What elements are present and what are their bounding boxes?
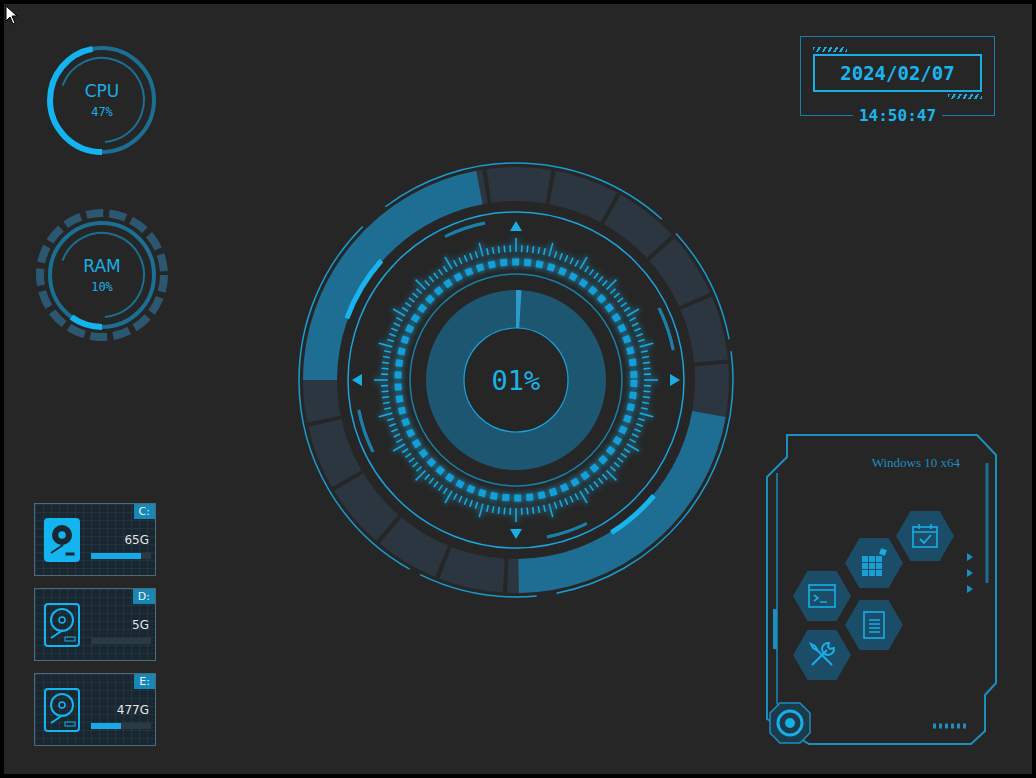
core-column: 01% (204, 4, 760, 774)
terminal-window-icon (807, 583, 837, 609)
mouse-cursor-icon (5, 5, 19, 25)
settings-ring-icon[interactable] (768, 701, 812, 745)
disk-info: 477G (91, 691, 151, 729)
gauge-reading: 47% (91, 105, 113, 119)
disk-usage-bar (91, 553, 151, 559)
clock-widget: 2024/02/07 14:50:47 (800, 36, 995, 125)
monitor-column: CPU 47% RAM 10% 65G C: 5G D: 477G E: (4, 4, 204, 774)
clock-frame: 2024/02/07 (800, 36, 995, 116)
drive-letter-badge: E: (134, 674, 155, 689)
core-hud: 01% (296, 160, 736, 600)
disk-card[interactable]: 65G C: (34, 503, 156, 576)
hard-drive-icon (43, 517, 81, 563)
os-label: Windows 10 x64 (872, 455, 960, 471)
disk-info: 65G (91, 521, 151, 559)
disk-card[interactable]: 5G D: (34, 588, 156, 661)
disk-size: 477G (91, 703, 151, 717)
document-list-icon (861, 610, 887, 640)
disk-card[interactable]: 477G E: (34, 673, 156, 746)
document-hex-button[interactable] (845, 600, 903, 650)
usage-gauge: RAM 10% (34, 207, 170, 343)
clock-date: 2024/02/07 (840, 62, 954, 84)
disk-usage-bar (91, 723, 151, 729)
gauge-label: CPU (85, 81, 120, 101)
desktop: CPU47%RAM10%65GC:5GD:477GE:01%2024/02/07… (0, 0, 1036, 778)
hard-drive-icon (43, 602, 81, 648)
disk-size: 65G (91, 533, 151, 547)
gauge-label: RAM (83, 256, 120, 276)
gauge-reading: 10% (91, 280, 113, 294)
terminal-hex-button[interactable] (793, 571, 851, 621)
wrench-screwdriver-icon (807, 640, 837, 670)
info-column: 2024/02/07 14:50:47 Windows 10 x64 (760, 4, 1032, 774)
drive-letter-badge: C: (134, 504, 155, 519)
gauge-list: CPU 47% RAM 10% (34, 32, 204, 343)
calendar-check-icon (911, 523, 939, 549)
gauge-label-group: CPU 47% (34, 32, 170, 168)
launcher-panel: Windows 10 x64 (765, 433, 998, 746)
scheduler-hex-button[interactable] (896, 511, 954, 561)
frame-stripes (813, 47, 847, 52)
disk-size: 5G (91, 618, 151, 632)
gauge-label-group: RAM 10% (34, 207, 170, 343)
tools-hex-button[interactable] (793, 630, 851, 680)
frame-stripes (948, 94, 982, 99)
disk-usage-bar (91, 638, 151, 644)
date-box: 2024/02/07 (813, 54, 982, 92)
registry-cubes-icon (859, 548, 889, 578)
disk-info: 5G (91, 606, 151, 644)
registry-hex-button[interactable] (845, 538, 903, 588)
disk-usage-fill (91, 723, 121, 729)
usage-gauge: CPU 47% (34, 32, 170, 168)
disk-usage-fill (91, 553, 141, 559)
drive-letter-badge: D: (133, 589, 155, 604)
hard-drive-icon (43, 687, 81, 733)
core-reading: 01% (296, 160, 736, 600)
disk-list: 65G C: 5G D: 477G E: (34, 503, 204, 746)
clock-time: 14:50:47 (853, 106, 942, 125)
